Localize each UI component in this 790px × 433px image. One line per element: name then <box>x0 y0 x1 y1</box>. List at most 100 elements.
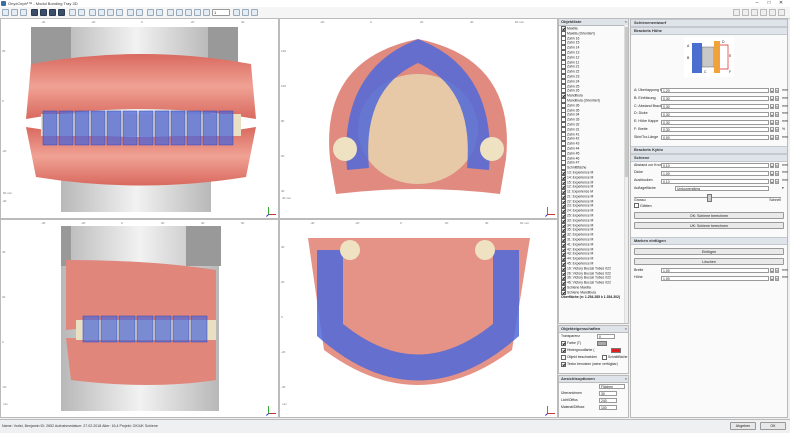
bracket-param-field[interactable]: 0,30 <box>661 96 769 102</box>
spin-up-icon[interactable]: ▴ <box>770 88 774 94</box>
view-front-icon[interactable] <box>69 9 76 16</box>
chevron-down-icon[interactable]: ▾ <box>782 185 784 193</box>
render-mode-select[interactable]: Flächen <box>599 384 625 389</box>
insert-button[interactable]: Einfügen <box>634 247 784 255</box>
spin-down-icon[interactable]: ▾ <box>775 135 779 141</box>
ok-button[interactable]: OK <box>760 422 786 430</box>
spin-up-icon[interactable]: ▴ <box>770 267 774 273</box>
spin-down-icon[interactable]: ▾ <box>775 170 779 176</box>
spin-down-icon[interactable]: ▾ <box>775 103 779 109</box>
viewport-upper-occlusal[interactable]: -20 0 20 40 60 mm 120 100 80 60 40 40 mm <box>279 18 558 219</box>
spin-down-icon[interactable]: ▾ <box>775 275 779 281</box>
back-icon[interactable] <box>11 9 18 16</box>
insert-marks-header[interactable]: Marken einfügen <box>631 236 787 245</box>
bracket-param-field[interactable]: 0,30 <box>661 127 769 133</box>
spin-down-icon[interactable]: ▾ <box>775 111 779 117</box>
view-top-icon[interactable] <box>78 9 85 16</box>
help-icon[interactable] <box>778 9 785 16</box>
submit-button[interactable]: Abgeben <box>730 422 756 430</box>
zoom-icon[interactable] <box>116 9 123 16</box>
spin-down-icon[interactable]: ▾ <box>775 119 779 125</box>
delete-button[interactable]: Löschen <box>634 257 784 265</box>
bracket-param-field[interactable]: 0,00 <box>661 135 769 141</box>
grid-icon[interactable] <box>203 9 210 16</box>
bg-color-swatch[interactable] <box>611 348 621 353</box>
spin-up-icon[interactable]: ▴ <box>770 162 774 168</box>
layout-single-icon[interactable] <box>31 9 38 16</box>
spin-up-icon[interactable]: ▴ <box>770 170 774 176</box>
view-option-field[interactable]: 100 <box>599 405 617 410</box>
zoom-select[interactable]: 1 <box>212 9 230 16</box>
spin-up-icon[interactable]: ▴ <box>770 127 774 133</box>
menu-icon[interactable] <box>2 9 9 16</box>
tray-param-field[interactable]: 0,10 <box>661 178 769 184</box>
scroll-thumb[interactable] <box>625 27 628 177</box>
spin-up-icon[interactable]: ▴ <box>770 119 774 125</box>
clip-checkbox[interactable] <box>561 354 566 360</box>
viewport-lower-occlusal[interactable]: -40 -20 0 20 40 60 mm 40 20 0 -20 -40 mm <box>279 219 558 418</box>
tray-param-field[interactable]: 0,10 <box>661 162 769 168</box>
spin-down-icon[interactable]: ▾ <box>775 88 779 94</box>
mark-param-field[interactable]: 1,00 <box>661 275 769 281</box>
spin-down-icon[interactable]: ▾ <box>775 127 779 133</box>
settings-icon[interactable] <box>233 9 240 16</box>
viewport-front[interactable]: -40 -20 0 20 40 20 0 -20 -40 60 mm <box>0 18 279 219</box>
slider-handle[interactable] <box>707 193 712 202</box>
move-icon[interactable] <box>98 9 105 16</box>
color-checkbox[interactable] <box>561 340 566 346</box>
layout-split-icon[interactable] <box>49 9 56 16</box>
transparency-field[interactable]: 0 <box>597 334 615 339</box>
upper-tray-button[interactable]: OK: Schiene berechnen <box>634 211 784 219</box>
tray-param-field[interactable]: 1,00 <box>661 170 769 176</box>
bracket-param-field[interactable]: 0,30 <box>661 103 769 109</box>
spin-up-icon[interactable]: ▴ <box>770 135 774 141</box>
maximize-button[interactable]: □ <box>764 0 774 7</box>
smooth-checkbox[interactable] <box>634 203 639 209</box>
layout-quad-icon[interactable] <box>40 9 47 16</box>
spin-up-icon[interactable]: ▴ <box>770 96 774 102</box>
object-list-scrollbar[interactable] <box>624 25 628 323</box>
undo-icon[interactable] <box>127 9 134 16</box>
spin-up-icon[interactable]: ▴ <box>770 111 774 117</box>
fit-icon[interactable] <box>176 9 183 16</box>
tool-e-icon[interactable] <box>769 9 776 16</box>
bracket-height-header[interactable]: Brackets Höhe <box>631 27 787 35</box>
section-checkbox[interactable] <box>601 354 607 360</box>
bracket-param-field[interactable]: 1,20 <box>661 88 769 94</box>
minimize-button[interactable]: – <box>752 0 762 7</box>
redo-icon[interactable] <box>136 9 143 16</box>
view-option-field[interactable]: 30 <box>599 391 617 396</box>
measure-icon[interactable] <box>147 9 154 16</box>
color-swatch[interactable] <box>597 341 607 346</box>
cut-icon[interactable] <box>156 9 163 16</box>
view-option-field[interactable]: 240 <box>599 398 617 403</box>
surface-select[interactable]: Umkurvendiera <box>675 186 769 192</box>
bracket-type-header[interactable]: Brackets Kyklo <box>631 145 787 154</box>
bracket-param-field[interactable]: 0,30 <box>661 119 769 125</box>
tool-d-icon[interactable] <box>760 9 767 16</box>
bracket-param-field[interactable]: 0,30 <box>661 111 769 117</box>
tool-b-icon[interactable] <box>742 9 749 16</box>
spin-up-icon[interactable]: ▴ <box>770 275 774 281</box>
light-icon[interactable] <box>194 9 201 16</box>
lower-tray-button[interactable]: UK: Schiene berechnen <box>634 221 784 229</box>
panel-close-icon[interactable]: × <box>625 326 627 332</box>
spin-up-icon[interactable]: ▴ <box>770 178 774 184</box>
tool-a-icon[interactable] <box>733 9 740 16</box>
spin-down-icon[interactable]: ▾ <box>775 267 779 273</box>
tray-header[interactable]: Schiene <box>631 153 787 162</box>
mark-param-field[interactable]: 1,00 <box>661 267 769 273</box>
rotate-icon[interactable] <box>107 9 114 16</box>
pan-icon[interactable] <box>167 9 174 16</box>
texture-checkbox[interactable] <box>561 361 566 367</box>
bg-color-checkbox[interactable] <box>561 347 566 353</box>
layout-grid-icon[interactable] <box>58 9 65 16</box>
close-button[interactable]: ✕ <box>776 0 786 7</box>
tool-c-icon[interactable] <box>751 9 758 16</box>
viewport-lateral[interactable]: -40 -20 0 20 40 60 40 20 0 -20 mm <box>0 219 279 418</box>
spin-down-icon[interactable]: ▾ <box>775 178 779 184</box>
spin-up-icon[interactable]: ▴ <box>770 103 774 109</box>
panel-close-icon[interactable]: × <box>625 376 627 382</box>
spin-down-icon[interactable]: ▾ <box>775 162 779 168</box>
fullscreen-icon[interactable] <box>242 9 249 16</box>
